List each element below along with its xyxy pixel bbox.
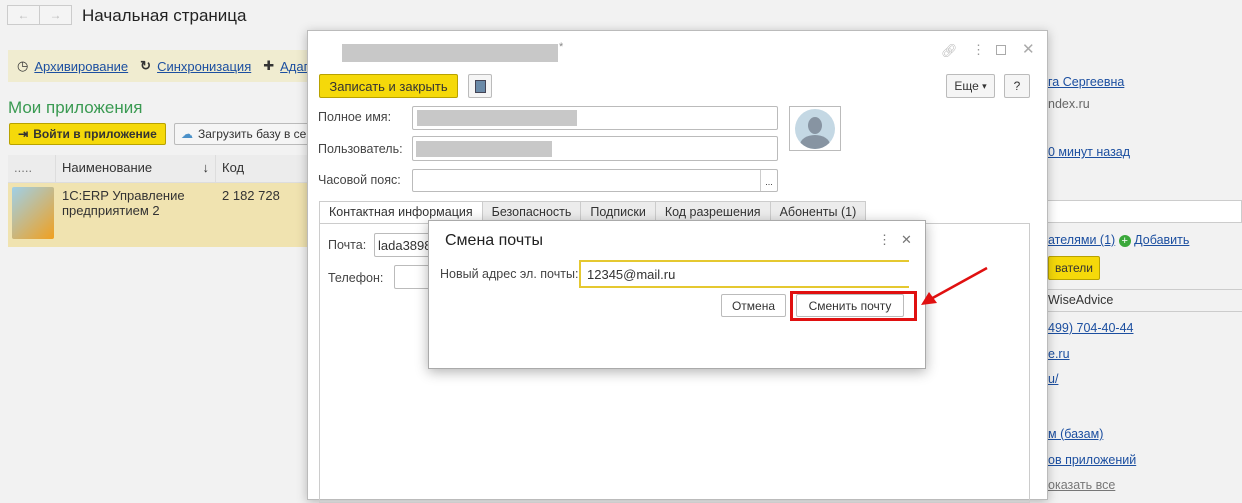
users-link[interactable]: ателями (1): [1048, 233, 1115, 247]
help-button[interactable]: ?: [1004, 74, 1030, 98]
add-link[interactable]: Добавить: [1134, 233, 1189, 247]
app-code: 2 182 728: [222, 188, 280, 203]
modified-mark: *: [559, 41, 564, 53]
save-icon[interactable]: [468, 74, 492, 98]
more-button[interactable]: Еще ▾: [946, 74, 995, 98]
close-icon[interactable]: ✕: [1022, 40, 1035, 58]
phone-label: Телефон:: [328, 271, 384, 285]
user-email: ndex.ru: [1048, 97, 1090, 111]
nav-buttons: ← →: [7, 5, 72, 25]
dialog-more-icon[interactable]: ⋮: [878, 232, 891, 248]
bases-link[interactable]: м (базам): [1048, 427, 1103, 441]
user-name-link[interactable]: га Сергеевна: [1048, 75, 1124, 89]
archive-link[interactable]: Архивирование: [34, 59, 128, 74]
show-all-link[interactable]: оказать все: [1048, 478, 1115, 492]
col-code[interactable]: Код: [216, 155, 308, 182]
phone-link[interactable]: 499) 704-40-44: [1048, 321, 1133, 335]
sync-link[interactable]: Синхронизация: [157, 59, 251, 74]
more-label: Еще: [954, 79, 979, 93]
dialog-title: Смена почты: [445, 232, 544, 249]
more-icon[interactable]: ⋮: [972, 42, 985, 58]
users-button[interactable]: ватели: [1048, 256, 1100, 280]
avatar[interactable]: [789, 106, 841, 151]
cloud-upload-icon: ☁: [181, 127, 193, 141]
window-title-redacted: [342, 44, 558, 62]
enter-app-button[interactable]: ⇥ Войти в приложение: [9, 123, 166, 145]
company-name: WiseAdvice: [1048, 289, 1242, 312]
timezone-input[interactable]: ...: [412, 169, 778, 192]
add-icon: +: [1118, 235, 1131, 247]
link-bar: ◷ Архивирование ↻ Синхронизация ✚ Адаптация: [8, 50, 308, 82]
sort-arrow-icon: ↓: [202, 160, 210, 175]
full-name-input[interactable]: [412, 106, 778, 130]
adaptation-link[interactable]: Адаптация: [280, 59, 308, 74]
site-link-2[interactable]: u/: [1048, 372, 1058, 386]
cancel-button[interactable]: Отмена: [721, 294, 786, 317]
back-button[interactable]: ←: [8, 6, 40, 24]
apps-link[interactable]: ов приложений: [1048, 453, 1136, 467]
user-input[interactable]: [412, 136, 778, 161]
new-email-label: Новый адрес эл. почты:: [440, 267, 579, 281]
apps-table-header: ..... Наименование ↓ Код: [8, 155, 308, 183]
app-name: 1С:ERP Управление предприятием 2: [62, 188, 185, 218]
forward-button[interactable]: →: [40, 6, 71, 24]
site-link-1[interactable]: e.ru: [1048, 347, 1070, 361]
timezone-label: Часовой пояс:: [318, 173, 401, 187]
app-logo-icon: [8, 183, 56, 247]
change-email-dialog: Смена почты ⋮ ✕ Новый адрес эл. почты: 1…: [428, 220, 926, 369]
dropdown-icon: ▾: [982, 80, 987, 91]
right-input[interactable]: [1048, 200, 1242, 223]
col-menu[interactable]: .....: [8, 155, 56, 182]
clock-icon: ◷: [17, 58, 29, 73]
save-close-button[interactable]: Записать и закрыть: [319, 74, 458, 98]
col-name-label: Наименование: [62, 160, 153, 175]
new-email-input[interactable]: 12345@mail.ru: [579, 260, 909, 288]
timezone-select-button[interactable]: ...: [760, 170, 777, 191]
maximize-icon[interactable]: [996, 45, 1006, 55]
full-name-label: Полное имя:: [318, 110, 392, 124]
users-row: ателями (1) + Добавить: [1048, 233, 1189, 247]
refresh-icon: ↻: [140, 58, 152, 73]
enter-app-label: Войти в приложение: [33, 127, 157, 141]
table-row[interactable]: 1С:ERP Управление предприятием 2 2 182 7…: [8, 183, 308, 247]
email-label: Почта:: [328, 238, 367, 252]
dialog-close-icon[interactable]: ✕: [901, 232, 912, 248]
enter-icon: ⇥: [18, 127, 29, 141]
annotation-arrow-icon: [921, 266, 988, 305]
apps-title: Мои приложения: [8, 98, 143, 117]
col-name[interactable]: Наименование ↓: [56, 155, 216, 182]
puzzle-icon: ✚: [263, 58, 275, 73]
right-panel: га Сергеевна ndex.ru 0 минут назад ателя…: [1048, 0, 1242, 495]
user-label: Пользователь:: [318, 142, 403, 156]
page-title: Начальная страница: [82, 6, 247, 25]
change-email-button[interactable]: Сменить почту: [796, 294, 904, 317]
link-icon[interactable]: 🔗︎: [941, 43, 958, 59]
last-login-link[interactable]: 0 минут назад: [1048, 145, 1130, 159]
